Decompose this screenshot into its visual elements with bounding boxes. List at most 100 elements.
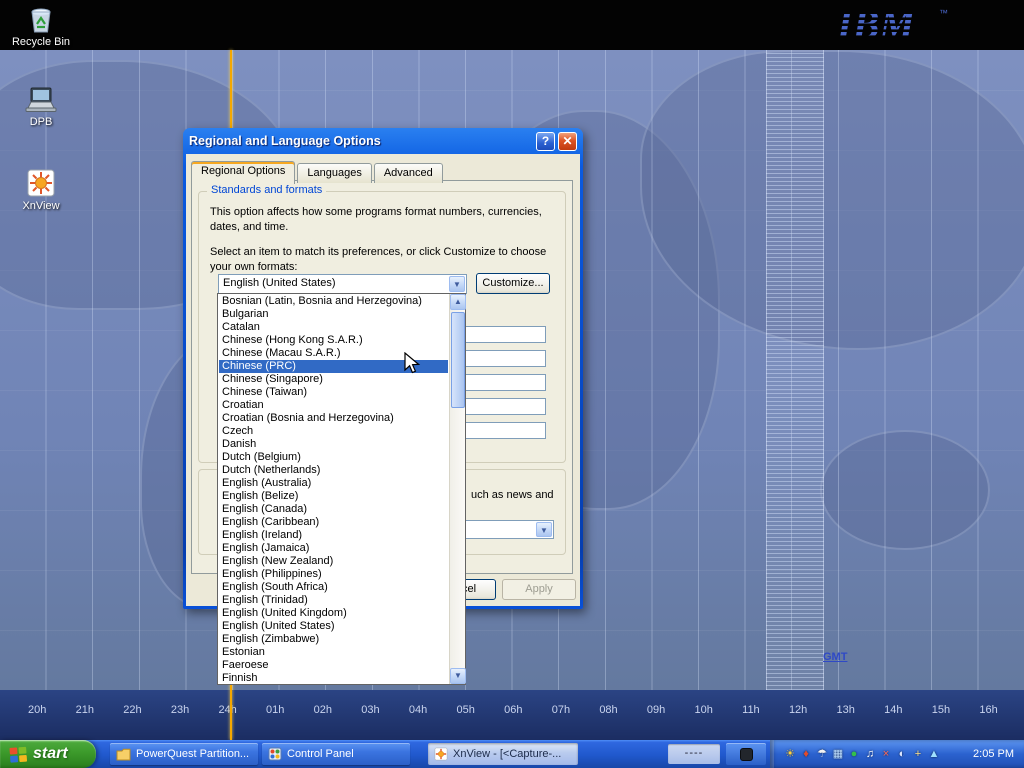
hour-label: 08h <box>599 704 617 716</box>
laptop-icon <box>24 86 58 114</box>
tray-icon[interactable]: ☀ <box>782 746 798 762</box>
taskbar-band-divider[interactable]: ---- <box>668 744 720 764</box>
hour-label: 02h <box>314 704 332 716</box>
group-title: Standards and formats <box>207 184 326 196</box>
tray-icon[interactable]: ▲ <box>926 746 942 762</box>
taskbar-task-control-panel[interactable]: Control Panel <box>262 743 410 765</box>
tab-regional-options[interactable]: Regional Options <box>191 161 295 184</box>
language-option[interactable]: English (Belize) <box>219 490 448 503</box>
hour-labels-row: 20h21h22h23h24h01h02h03h04h05h06h07h08h0… <box>28 704 998 716</box>
scroll-down-icon[interactable]: ▼ <box>450 668 466 684</box>
hour-label: 14h <box>884 704 902 716</box>
standards-instruction: Select an item to match its preferences,… <box>210 245 558 276</box>
hour-label: 10h <box>695 704 713 716</box>
language-option[interactable]: Chinese (Singapore) <box>219 373 448 386</box>
tray-icon[interactable]: ◐ <box>894 746 910 762</box>
language-option[interactable]: English (Trinidad) <box>219 594 448 607</box>
hour-label: 13h <box>837 704 855 716</box>
timezone-hour-band: 20h21h22h23h24h01h02h03h04h05h06h07h08h0… <box>0 690 1024 740</box>
taskbar-task-xnview[interactable]: XnView - [<Capture-... <box>428 743 578 765</box>
tab-advanced[interactable]: Advanced <box>374 163 443 183</box>
close-button[interactable]: ✕ <box>558 132 577 151</box>
format-combobox[interactable]: English (United States) ▼ <box>218 274 467 294</box>
language-option[interactable]: Danish <box>219 438 448 451</box>
desktop-icon-recycle-bin[interactable]: Recycle Bin <box>4 4 78 48</box>
customize-button[interactable]: Customize... <box>476 273 550 294</box>
tray-icon[interactable]: ♫ <box>862 746 878 762</box>
help-button[interactable]: ? <box>536 132 555 151</box>
language-option[interactable]: Faeroese <box>219 659 448 672</box>
control-panel-icon <box>268 747 282 761</box>
chevron-down-icon[interactable]: ▼ <box>536 522 552 537</box>
hour-label: 24h <box>218 704 236 716</box>
language-option[interactable]: Estonian <box>219 646 448 659</box>
tab-languages[interactable]: Languages <box>297 163 371 183</box>
language-option[interactable]: English (New Zealand) <box>219 555 448 568</box>
standards-description: This option affects how some programs fo… <box>210 205 546 236</box>
desktop-icon-label: DPB <box>4 116 78 128</box>
language-option[interactable]: Chinese (Hong Kong S.A.R.) <box>219 334 448 347</box>
highlighted-timezone-column <box>766 50 824 690</box>
language-option[interactable]: Croatian (Bosnia and Herzegovina) <box>219 412 448 425</box>
location-text-fragment: uch as news and <box>471 488 566 503</box>
language-option[interactable]: English (United Kingdom) <box>219 607 448 620</box>
tray-icon[interactable]: ▦ <box>830 746 846 762</box>
language-option[interactable]: Bulgarian <box>219 308 448 321</box>
hour-label: 01h <box>266 704 284 716</box>
ibm-logo: IBM ™ <box>835 2 955 53</box>
dropdown-scrollbar[interactable]: ▲ ▼ <box>449 294 465 684</box>
language-option[interactable]: Chinese (Macau S.A.R.) <box>219 347 448 360</box>
hour-label: 12h <box>789 704 807 716</box>
language-option[interactable]: Dutch (Netherlands) <box>219 464 448 477</box>
tray-icon[interactable]: ● <box>846 746 862 762</box>
dialog-title: Regional and Language Options <box>189 134 533 148</box>
language-option[interactable]: Dutch (Belgium) <box>219 451 448 464</box>
language-option[interactable]: English (Zimbabwe) <box>219 633 448 646</box>
language-option[interactable]: English (Caribbean) <box>219 516 448 529</box>
hour-label: 23h <box>171 704 189 716</box>
recycle-bin-icon <box>25 4 57 34</box>
desktop-icon-dpb[interactable]: DPB <box>4 86 78 128</box>
language-option[interactable]: English (Canada) <box>219 503 448 516</box>
format-combobox-value: English (United States) <box>223 277 447 289</box>
language-option[interactable]: Finnish <box>219 672 448 683</box>
scroll-up-icon[interactable]: ▲ <box>450 294 466 310</box>
dialog-titlebar[interactable]: Regional and Language Options ? ✕ <box>183 128 583 154</box>
hour-label: 22h <box>123 704 141 716</box>
desktop-icon-label: XnView <box>4 200 78 212</box>
language-dropdown-items: Bosnian (Latin, Bosnia and Herzegovina)B… <box>219 295 448 683</box>
hour-label: 03h <box>361 704 379 716</box>
dialog-tabs: Regional Options Languages Advanced <box>191 159 445 182</box>
language-option[interactable]: English (Jamaica) <box>219 542 448 555</box>
apply-button[interactable]: Apply <box>502 579 576 600</box>
hour-label: 06h <box>504 704 522 716</box>
taskbar: start PowerQuest Partition... Control Pa… <box>0 740 1024 768</box>
language-option[interactable]: Chinese (PRC) <box>219 360 448 373</box>
language-option[interactable]: English (South Africa) <box>219 581 448 594</box>
start-button[interactable]: start <box>0 740 96 768</box>
taskbar-app-button[interactable] <box>726 743 766 765</box>
language-option[interactable]: English (United States) <box>219 620 448 633</box>
chevron-down-icon[interactable]: ▼ <box>449 276 465 292</box>
hour-label: 15h <box>932 704 950 716</box>
language-option[interactable]: English (Australia) <box>219 477 448 490</box>
svg-text:™: ™ <box>939 8 948 18</box>
start-button-label: start <box>33 745 68 763</box>
taskbar-task-powerquest[interactable]: PowerQuest Partition... <box>110 743 258 765</box>
scrollbar-thumb[interactable] <box>451 312 465 408</box>
tray-icon[interactable]: × <box>878 746 894 762</box>
taskbar-clock[interactable]: 2:05 PM <box>973 748 1024 760</box>
language-option[interactable]: English (Philippines) <box>219 568 448 581</box>
tray-icon[interactable]: ♦ <box>798 746 814 762</box>
tray-icon[interactable]: + <box>910 746 926 762</box>
language-option[interactable]: Catalan <box>219 321 448 334</box>
language-option[interactable]: Czech <box>219 425 448 438</box>
desktop-icon-xnview[interactable]: XnView <box>4 168 78 212</box>
language-option[interactable]: Chinese (Taiwan) <box>219 386 448 399</box>
language-option[interactable]: Bosnian (Latin, Bosnia and Herzegovina) <box>219 295 448 308</box>
language-option[interactable]: English (Ireland) <box>219 529 448 542</box>
tray-icon[interactable]: ☂ <box>814 746 830 762</box>
task-label: PowerQuest Partition... <box>136 748 249 760</box>
language-option[interactable]: Croatian <box>219 399 448 412</box>
continent-shape <box>820 430 990 550</box>
